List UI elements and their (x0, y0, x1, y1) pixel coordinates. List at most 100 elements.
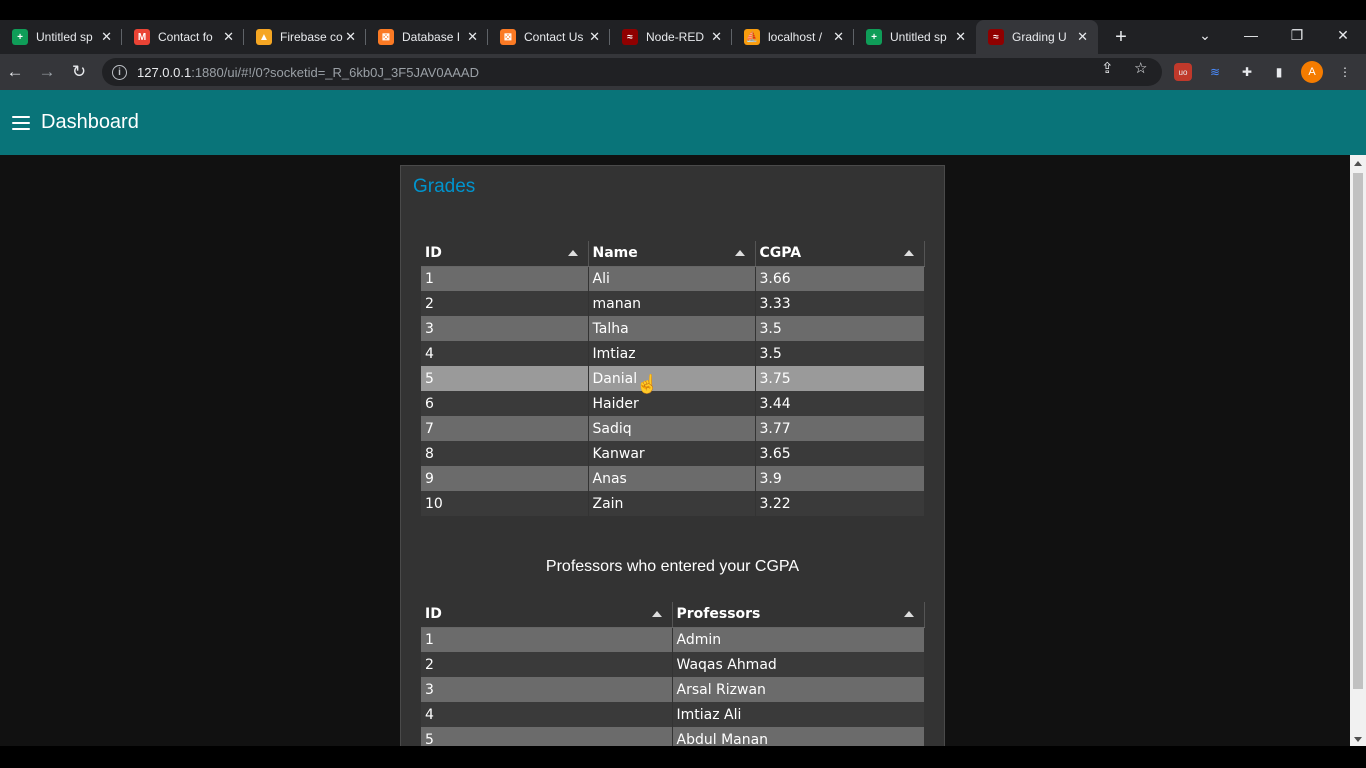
tab-close-icon[interactable]: ✕ (589, 29, 600, 45)
browser-tab[interactable]: ⊠ Contact Us ✕ (488, 20, 610, 54)
sort-ascending-icon[interactable] (903, 250, 914, 256)
column-header[interactable]: ID (421, 241, 589, 267)
site-info-icon[interactable]: i (112, 64, 127, 80)
side-panel-icon[interactable]: ▮ (1270, 63, 1288, 81)
table-cell: Abdul Manan (672, 727, 925, 746)
column-header-label: CGPA (759, 245, 802, 262)
tab-label: Contact fo (158, 30, 213, 44)
column-header-label: ID (425, 245, 442, 262)
page-scrollbar[interactable] (1350, 155, 1366, 746)
share-icon[interactable]: ⇪ (1101, 59, 1114, 77)
table-row[interactable]: 7 Sadiq 3.77 (421, 416, 925, 441)
table-row[interactable]: 3 Arsal Rizwan (421, 677, 925, 702)
grades-header-row: ID Name CGPA (421, 241, 925, 267)
column-header[interactable]: CGPA (755, 241, 925, 267)
table-cell: Sadiq (588, 416, 756, 441)
gmail-icon: M (134, 29, 150, 45)
table-row[interactable]: 2 Waqas Ahmad (421, 652, 925, 677)
node-red-icon: ≈ (622, 29, 638, 45)
phpmyadmin-icon: ⛵ (744, 29, 760, 45)
table-row[interactable]: 6 Haider 3.44 (421, 391, 925, 416)
table-cell: 3 (421, 677, 673, 702)
table-cell: 3.33 (755, 291, 925, 316)
restore-button[interactable]: ❐ (1282, 20, 1312, 50)
table-cell: 2 (421, 291, 589, 316)
browser-tab[interactable]: ▲ Firebase co ✕ (244, 20, 366, 54)
grades-body: 1 Ali 3.66 2 manan 3.33 3 Talha 3.5 4 Imtiaz 3.5 5 Da… (421, 266, 925, 516)
new-tab-button[interactable]: + (1110, 26, 1132, 49)
table-cell: 6 (421, 391, 589, 416)
column-header[interactable]: Professors (672, 602, 925, 628)
table-row[interactable]: 5 Danial 3.75 (421, 366, 925, 391)
tab-close-icon[interactable]: ✕ (1077, 29, 1088, 45)
extensions-puzzle-icon[interactable]: ✚ (1238, 63, 1256, 81)
forward-icon[interactable]: → (35, 60, 59, 84)
table-row[interactable]: 4 Imtiaz 3.5 (421, 341, 925, 366)
browser-tab[interactable]: ⛵ localhost / ✕ (732, 20, 854, 54)
table-cell: Danial (588, 366, 756, 391)
profile-avatar[interactable]: A (1301, 61, 1323, 83)
sort-ascending-icon[interactable] (567, 250, 578, 256)
table-cell: 9 (421, 466, 589, 491)
ublock-extension-icon[interactable]: uo (1174, 63, 1192, 81)
scroll-up-icon[interactable] (1354, 161, 1362, 166)
tab-search-icon[interactable]: ⌄ (1190, 20, 1220, 50)
table-cell: manan (588, 291, 756, 316)
table-row[interactable]: 8 Kanwar 3.65 (421, 441, 925, 466)
extension-icon[interactable]: ≋ (1206, 63, 1224, 81)
table-cell: 5 (421, 727, 673, 746)
table-row[interactable]: 2 manan 3.33 (421, 291, 925, 316)
column-header[interactable]: ID (421, 602, 673, 628)
browser-tab[interactable]: ⊠ Database I ✕ (366, 20, 488, 54)
table-row[interactable]: 3 Talha 3.5 (421, 316, 925, 341)
professors-subtitle: Professors who entered your CGPA (545, 558, 800, 575)
tab-label: Database I (402, 30, 461, 44)
reload-icon[interactable]: ↻ (67, 60, 91, 84)
browser-tab[interactable]: ≈ Node-RED ✕ (610, 20, 732, 54)
table-row[interactable]: 10 Zain 3.22 (421, 491, 925, 516)
table-cell: 2 (421, 652, 673, 677)
tab-close-icon[interactable]: ✕ (345, 29, 356, 45)
scroll-down-icon[interactable] (1354, 737, 1362, 742)
browser-tab[interactable]: + Untitled sp ✕ (854, 20, 976, 54)
tab-close-icon[interactable]: ✕ (955, 29, 966, 45)
table-row[interactable]: 4 Imtiaz Ali (421, 702, 925, 727)
table-cell: Imtiaz Ali (672, 702, 925, 727)
table-cell: 7 (421, 416, 589, 441)
back-icon[interactable]: ← (3, 60, 27, 84)
browser-tab[interactable]: + Untitled sp ✕ (0, 20, 122, 54)
table-row[interactable]: 9 Anas 3.9 (421, 466, 925, 491)
table-cell: 1 (421, 627, 673, 652)
scrollbar-thumb[interactable] (1353, 173, 1363, 689)
tab-label: Node-RED (646, 30, 705, 44)
sort-ascending-icon[interactable] (651, 611, 662, 617)
firebase-icon: ▲ (256, 29, 272, 45)
tab-label: localhost / (768, 30, 823, 44)
minimize-button[interactable]: — (1236, 20, 1266, 50)
page-viewport: Dashboard Grades ID Name CGPA 1 Ali 3.66 2 man… (0, 90, 1366, 746)
table-row[interactable]: 5 Abdul Manan (421, 727, 925, 746)
sort-ascending-icon[interactable] (734, 250, 745, 256)
tab-close-icon[interactable]: ✕ (467, 29, 478, 45)
sort-ascending-icon[interactable] (903, 611, 914, 617)
table-cell: Zain (588, 491, 756, 516)
browser-tab[interactable]: ≈ Grading U ✕ (976, 20, 1098, 54)
address-bar[interactable]: i 127.0.0.1:1880/ui/#!/0?socketid=_R_6kb… (102, 58, 1162, 86)
table-row[interactable]: 1 Admin (421, 627, 925, 652)
close-window-button[interactable]: ✕ (1328, 20, 1358, 50)
url-path: :1880/ui/#!/0?socketid=_R_6kb0J_3F5JAV0A… (191, 64, 479, 80)
tab-close-icon[interactable]: ✕ (101, 29, 112, 45)
browser-tab[interactable]: M Contact fo ✕ (122, 20, 244, 54)
tab-close-icon[interactable]: ✕ (833, 29, 844, 45)
tab-close-icon[interactable]: ✕ (711, 29, 722, 45)
hamburger-menu-icon[interactable] (12, 115, 30, 130)
column-header[interactable]: Name (588, 241, 756, 267)
table-cell: 3.9 (755, 466, 925, 491)
browser-toolbar: ← → ↻ i 127.0.0.1:1880/ui/#!/0?socketid=… (0, 54, 1366, 90)
table-row[interactable]: 1 Ali 3.66 (421, 266, 925, 291)
bookmark-star-icon[interactable]: ☆ (1134, 59, 1147, 77)
column-header-label: Professors (676, 606, 761, 623)
menu-kebab-icon[interactable]: ⋮ (1336, 63, 1354, 81)
tab-close-icon[interactable]: ✕ (223, 29, 234, 45)
table-cell: 3.22 (755, 491, 925, 516)
